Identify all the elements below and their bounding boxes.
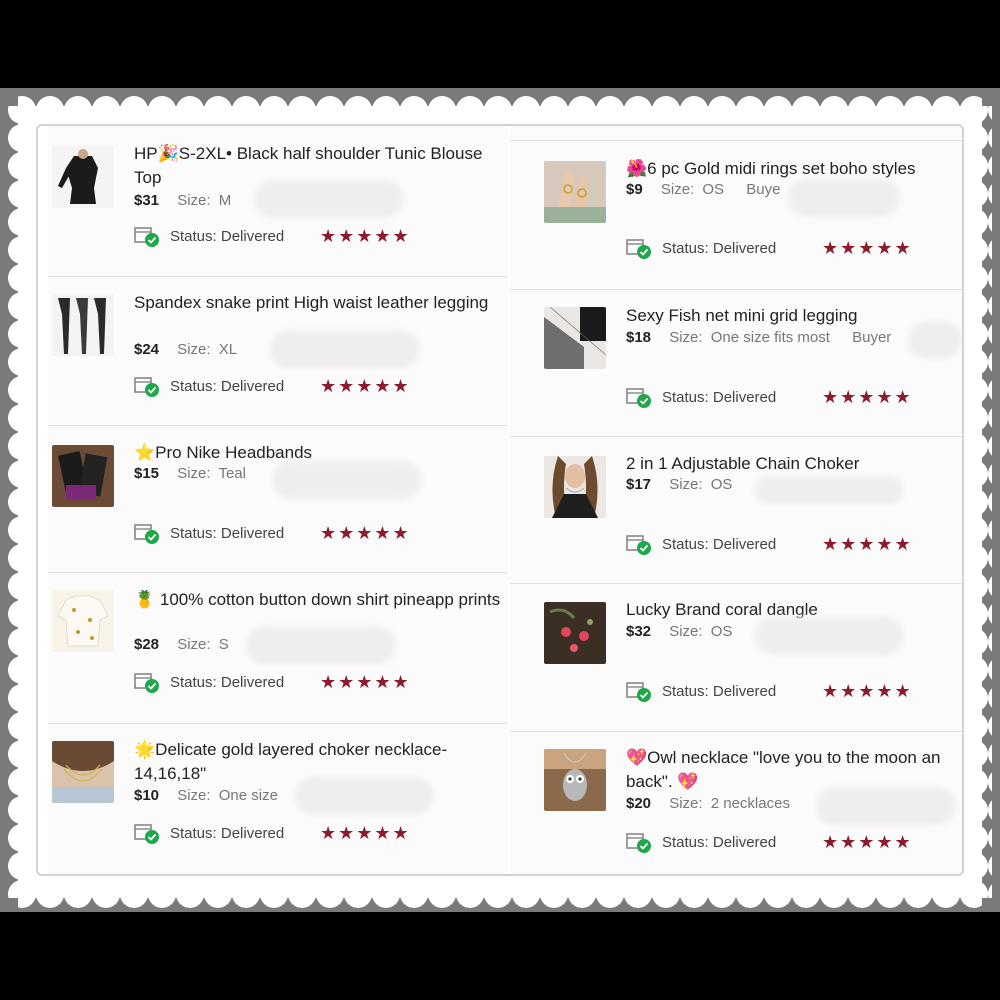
item-meta: $10 Size: One size <box>134 787 278 804</box>
delivered-box-icon <box>626 535 651 555</box>
rating-stars: ★★★★★ <box>320 523 411 543</box>
delivered-box-icon <box>134 377 159 397</box>
delivered-box-icon <box>626 833 651 853</box>
purchase-row[interactable]: 🍍 100% cotton button down shirt pineapp … <box>48 572 508 724</box>
shirt-icon[interactable] <box>52 590 114 652</box>
right-purchase-column: 🌺6 pc Gold midi rings set boho styles $9… <box>510 126 962 874</box>
item-title[interactable]: Spandex snake print High waist leather l… <box>134 291 508 315</box>
owl-necklace-icon[interactable] <box>544 749 606 811</box>
buyer-label: Buyer <box>852 329 892 346</box>
purchase-row[interactable]: 🌟Delicate gold layered choker necklace-1… <box>48 723 508 874</box>
black-top-icon[interactable] <box>52 146 114 208</box>
item-status: Status: Delivered <box>134 821 284 845</box>
fishnet-icon[interactable] <box>544 307 606 369</box>
rating-stars: ★★★★★ <box>822 832 913 852</box>
delivered-box-icon <box>626 388 651 408</box>
rating-stars: ★★★★★ <box>822 238 913 258</box>
item-meta: $18 Size: One size fits most Buyer <box>626 329 892 346</box>
item-status: Status: Delivered <box>626 679 776 703</box>
item-meta: $24 Size: XL <box>134 341 238 358</box>
status-value: Delivered <box>220 227 285 245</box>
purchases-card: HP🎉S-2XL• Black half shoulder Tunic Blou… <box>36 124 964 876</box>
item-title[interactable]: 2 in 1 Adjustable Chain Choker <box>626 452 962 476</box>
redacted-blur <box>908 321 962 359</box>
purchase-row[interactable]: Sexy Fish net mini grid legging $18 Size… <box>510 289 962 437</box>
delivered-box-icon <box>134 524 159 544</box>
item-meta: $28 Size: S <box>134 636 229 653</box>
rating-stars: ★★★★★ <box>822 534 913 554</box>
headbands-icon[interactable] <box>52 445 114 507</box>
leggings-icon[interactable] <box>52 294 114 356</box>
item-status: Status: Delivered <box>626 830 776 854</box>
delivered-box-icon <box>134 227 159 247</box>
buyer-label: Buye <box>746 181 781 198</box>
rating-stars: ★★★★★ <box>320 672 411 692</box>
item-status: Status: Delivered <box>626 385 776 409</box>
delivered-box-icon <box>134 824 159 844</box>
purchase-row[interactable]: 2 in 1 Adjustable Chain Choker $17 Size:… <box>510 436 962 584</box>
delivered-box-icon <box>134 673 159 693</box>
choker-icon[interactable] <box>544 456 606 518</box>
item-title[interactable]: 🍍 100% cotton button down shirt pineapp … <box>134 588 508 612</box>
redacted-blur <box>246 626 396 664</box>
rating-stars: ★★★★★ <box>822 681 913 701</box>
item-title[interactable]: 🌺6 pc Gold midi rings set boho styles <box>626 157 962 181</box>
rating-stars: ★★★★★ <box>320 376 411 396</box>
item-meta: $31 Size: M <box>134 192 232 209</box>
redacted-blur <box>754 476 904 504</box>
rings-icon[interactable] <box>544 161 606 223</box>
delivered-box-icon <box>626 239 651 259</box>
necklace-icon[interactable] <box>52 741 114 803</box>
item-meta: $32 Size: OS <box>626 623 733 640</box>
purchase-row[interactable]: Lucky Brand coral dangle $32 Size: OS St… <box>510 583 962 732</box>
item-status: Status: Delivered <box>134 670 284 694</box>
item-status: Status: Delivered <box>134 521 284 545</box>
item-price: $31 <box>134 192 160 209</box>
redacted-blur <box>754 617 904 655</box>
purchase-row[interactable]: Spandex snake print High waist leather l… <box>48 276 508 426</box>
redacted-blur <box>294 777 434 815</box>
purchase-row[interactable]: 🌺6 pc Gold midi rings set boho styles $9… <box>510 141 962 290</box>
redacted-blur <box>272 461 422 499</box>
item-status: Status: Delivered <box>134 224 284 248</box>
item-status: Status: Delivered <box>626 236 776 260</box>
purchase-row[interactable]: HP🎉S-2XL• Black half shoulder Tunic Blou… <box>48 126 508 277</box>
item-meta: $9 Size: OS Buye <box>626 181 781 198</box>
item-status: Status: Delivered <box>626 532 776 556</box>
redacted-blur <box>788 179 900 217</box>
item-status: Status: Delivered <box>134 374 284 398</box>
purchase-row[interactable]: ⭐Pro Nike Headbands $15 Size: Teal Statu… <box>48 425 508 573</box>
rating-stars: ★★★★★ <box>320 226 411 246</box>
item-meta: $15 Size: Teal <box>134 465 246 482</box>
item-meta: $20 Size: 2 necklaces <box>626 795 790 812</box>
purchase-row[interactable]: 💖Owl necklace "love you to the moon an b… <box>510 731 962 874</box>
redacted-blur <box>254 180 404 218</box>
redacted-blur <box>270 330 420 368</box>
item-size: M <box>218 192 232 209</box>
item-meta: $17 Size: OS <box>626 476 733 493</box>
left-purchase-column: HP🎉S-2XL• Black half shoulder Tunic Blou… <box>48 126 508 874</box>
earrings-icon[interactable] <box>544 602 606 664</box>
rating-stars: ★★★★★ <box>822 387 913 407</box>
item-title[interactable]: Sexy Fish net mini grid legging <box>626 304 962 328</box>
delivered-box-icon <box>626 682 651 702</box>
redacted-blur <box>816 787 956 825</box>
rating-stars: ★★★★★ <box>320 823 411 843</box>
